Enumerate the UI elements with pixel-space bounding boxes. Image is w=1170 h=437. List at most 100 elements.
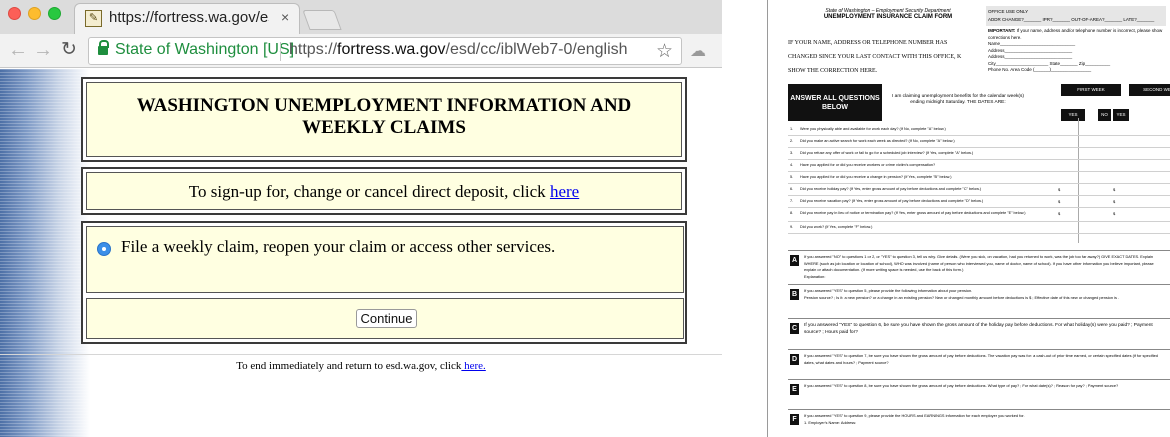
- question-number: 6.: [790, 187, 794, 191]
- page-title: WASHINGTON UNEMPLOYMENT INFORMATION AND …: [136, 95, 632, 138]
- return-esd-link[interactable]: here.: [461, 360, 486, 372]
- question-row: 9. Did you work? (If Yes, complete "F" be…: [788, 222, 1170, 234]
- dollar-sign: $: [1058, 187, 1061, 192]
- answer-header: ANSWER ALL QUESTIONS BELOW I am claiming…: [788, 84, 1170, 121]
- dollar-sign: $: [1113, 211, 1116, 216]
- weekly-claim-radio[interactable]: [97, 242, 111, 256]
- url-prefix: https://: [289, 41, 338, 58]
- question-row: 4. Have you applied for or did you receiv…: [788, 160, 1170, 172]
- change-notice: IF YOUR NAME, ADDRESS OR TELEPHONE NUMBE…: [788, 40, 962, 74]
- office-use-fields: ADDR CHANGE?_______ IPR?_______ OUT-OF-A…: [988, 17, 1155, 22]
- question-row: 7. Did you receive vacation pay? (If Yes,…: [788, 196, 1170, 208]
- claim-statement: I am claiming unemployment benefits for …: [892, 94, 1024, 105]
- url-text[interactable]: https://fortress.wa.gov/esd/cc/iblWeb7-0…: [289, 41, 628, 59]
- tab-close-icon[interactable]: ×: [281, 9, 289, 25]
- question-text: Did you receive vacation pay? (If Yes, e…: [800, 199, 984, 203]
- url-path: /esd/cc/iblWeb7-0/english: [445, 41, 628, 58]
- office-use-label: OFFICE USE ONLY: [988, 9, 1029, 14]
- section-text: If you answered "YES" to question 7, be …: [804, 353, 1158, 365]
- site-favicon-icon: ✎: [85, 10, 102, 27]
- answer-all-banner: ANSWER ALL QUESTIONS BELOW: [788, 84, 882, 121]
- section-extra: 1. Employer's Name: Address:: [804, 419, 857, 425]
- lock-icon: [98, 40, 109, 55]
- claim-option-row: File a weekly claim, reopen your claim o…: [86, 226, 684, 293]
- section-extra: Pension source? ; Is it: a new pension? …: [804, 294, 1120, 300]
- question-text: Did you receive holiday pay? (If Yes, en…: [800, 187, 982, 191]
- url-domain: fortress.wa.gov: [337, 41, 446, 58]
- tab-bar: ✎ https://fortress.wa.gov/esd/cc ×: [0, 0, 722, 34]
- week-columns-header: FIRST WEEK SECOND WEEK YES NO YES NO: [1061, 84, 1170, 121]
- section-letter: B: [790, 289, 799, 300]
- section-text: If you answered "YES" to question 8, be …: [804, 383, 1119, 388]
- question-text: Did you make an active search for work e…: [800, 139, 955, 143]
- question-row: 1. Were you physically able and available…: [788, 124, 1170, 136]
- window-close-button[interactable]: [8, 7, 21, 20]
- first-week-no: NO: [1098, 109, 1111, 121]
- question-number: 8.: [790, 211, 794, 215]
- browser-tab[interactable]: ✎ https://fortress.wa.gov/esd/cc ×: [74, 3, 300, 34]
- site-identity: State of Washington [US]: [115, 41, 295, 58]
- section-text: If you answered "NO" to questions 1 or 2…: [804, 254, 1166, 280]
- forward-arrow-icon[interactable]: →: [33, 39, 53, 61]
- question-number: 4.: [790, 163, 794, 167]
- new-tab-button[interactable]: [302, 10, 342, 30]
- extension-icon[interactable]: ☁: [690, 41, 710, 60]
- dollar-sign: $: [1058, 211, 1061, 216]
- important-note: IMPORTANT: If your name, address and/or …: [988, 28, 1168, 41]
- question-text: Did you refuse any offer of work or fail…: [800, 151, 974, 155]
- dollar-sign: $: [1113, 199, 1116, 204]
- section-instructions: If you answered "NO" to questions 1 or 2…: [804, 254, 1154, 272]
- important-label: IMPORTANT:: [988, 28, 1016, 33]
- question-row: 5. Have you applied for or did you receiv…: [788, 172, 1170, 184]
- section-letter: E: [790, 384, 799, 395]
- form-title: UNEMPLOYMENT INSURANCE CLAIM FORM: [823, 14, 953, 20]
- direct-deposit-panel: To sign-up for, change or cancel direct …: [81, 167, 687, 215]
- address-correction-block: IMPORTANT: If your name, address and/or …: [988, 28, 1168, 74]
- section-text: If you answered "YES" to question 5, ple…: [804, 288, 1166, 301]
- question-text: Were you physically able and available f…: [800, 127, 946, 131]
- page-viewport: WASHINGTON UNEMPLOYMENT INFORMATION AND …: [0, 69, 722, 437]
- section-letter: D: [790, 354, 799, 365]
- title-panel-inner: WASHINGTON UNEMPLOYMENT INFORMATION AND …: [86, 82, 682, 157]
- dollar-sign: $: [1058, 199, 1061, 204]
- dollar-sign: $: [1113, 187, 1116, 192]
- back-arrow-icon[interactable]: ←: [8, 39, 28, 61]
- tab-title: https://fortress.wa.gov/esd/cc: [109, 9, 269, 26]
- footer-text: To end immediately and return to esd.wa.…: [0, 360, 722, 372]
- weekly-claim-label[interactable]: File a weekly claim, reopen your claim o…: [121, 237, 555, 257]
- question-text: Have you applied for or did you receive …: [800, 175, 952, 179]
- question-text: Did you receive pay in lieu of notice or…: [800, 211, 1026, 215]
- first-week-yes: YES: [1061, 109, 1085, 121]
- reload-icon[interactable]: ↻: [61, 39, 77, 61]
- window-maximize-button[interactable]: [48, 7, 61, 20]
- browser-toolbar: ← → ↻ State of Washington [US] https://f…: [0, 34, 722, 68]
- question-number: 5.: [790, 175, 794, 179]
- section-c: C If you answered "YES" to question 6, b…: [788, 318, 1170, 349]
- question-number: 2.: [790, 139, 794, 143]
- question-number: 3.: [790, 151, 794, 155]
- decorative-stripes: [0, 69, 90, 437]
- direct-deposit-link[interactable]: here: [550, 182, 579, 201]
- bookmark-star-icon[interactable]: ☆: [656, 40, 673, 63]
- section-b: B If you answered "YES" to question 5, p…: [788, 284, 1170, 318]
- second-week-yes: YES: [1113, 109, 1129, 121]
- question-number: 7.: [790, 199, 794, 203]
- question-row: 6. Did you receive holiday pay? (If Yes, …: [788, 184, 1170, 196]
- section-letter: C: [790, 323, 799, 334]
- browser-window: ✎ https://fortress.wa.gov/esd/cc × ← → ↻…: [0, 0, 722, 437]
- footer-label: To end immediately and return to esd.wa.…: [236, 360, 462, 372]
- window-minimize-button[interactable]: [28, 7, 41, 20]
- section-f: F If you answered "YES" to question 9, p…: [788, 409, 1170, 437]
- direct-deposit-label: To sign-up for, change or cancel direct …: [188, 182, 550, 201]
- question-row: 2. Did you make an active search for work…: [788, 136, 1170, 148]
- section-extra: Explanation:: [804, 273, 826, 279]
- address-bar[interactable]: State of Washington [US] https://fortres…: [88, 37, 682, 65]
- section-a: A If you answered "NO" to questions 1 or…: [788, 250, 1170, 284]
- question-text: Did you work? (If Yes, complete "F" belo…: [800, 225, 873, 229]
- section-d: D If you answered "YES" to question 7, b…: [788, 349, 1170, 379]
- continue-button[interactable]: Continue: [356, 309, 417, 328]
- instruction-sections: A If you answered "NO" to questions 1 or…: [788, 250, 1170, 437]
- question-row: 3. Did you refuse any offer of work or fa…: [788, 148, 1170, 160]
- title-panel: WASHINGTON UNEMPLOYMENT INFORMATION AND …: [81, 77, 687, 162]
- question-row: 8. Did you receive pay in lieu of notice …: [788, 208, 1170, 222]
